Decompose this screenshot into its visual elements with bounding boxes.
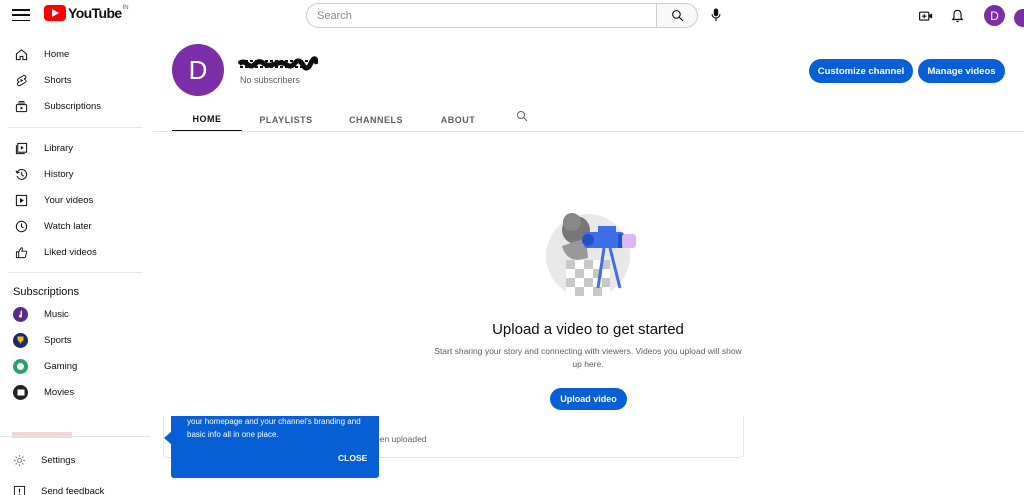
history-icon bbox=[14, 167, 28, 181]
sidebar-divider bbox=[0, 436, 150, 437]
search-icon bbox=[671, 10, 683, 22]
sidebar-item-label: Watch later bbox=[44, 220, 92, 232]
obscured-sidebar-item bbox=[12, 432, 72, 438]
movies-channel-avatar bbox=[13, 384, 28, 400]
upload-illustration bbox=[546, 213, 636, 300]
empty-state-title: Upload a video to get started bbox=[492, 321, 684, 338]
sidebar-item-send-feedback[interactable]: Send feedback bbox=[0, 479, 142, 495]
tab-home[interactable]: HOME bbox=[172, 108, 242, 132]
mic-icon bbox=[711, 8, 721, 22]
sidebar-item-settings[interactable]: Settings bbox=[0, 448, 142, 472]
sidebar-sub-movies[interactable]: Movies bbox=[0, 380, 142, 404]
redacted-channel-name bbox=[238, 56, 318, 71]
sidebar-item-label: Music bbox=[44, 308, 69, 320]
sidebar-item-label: Gaming bbox=[44, 360, 78, 372]
mic-button[interactable] bbox=[705, 4, 727, 26]
sidebar-item-label: History bbox=[44, 168, 74, 180]
channel-search-icon[interactable] bbox=[514, 108, 530, 124]
sidebar-item-shorts[interactable]: Shorts bbox=[0, 68, 142, 92]
sidebar-item-home[interactable]: Home bbox=[0, 42, 142, 66]
tabs-divider bbox=[153, 131, 1024, 132]
avatar-edge bbox=[1014, 9, 1024, 27]
sidebar-item-label: Home bbox=[44, 48, 70, 60]
sidebar-item-label: Liked videos bbox=[44, 246, 97, 258]
sidebar-divider bbox=[8, 127, 142, 128]
sidebar-item-label: Library bbox=[44, 142, 74, 154]
sidebar-item-label: Shorts bbox=[44, 74, 72, 86]
sidebar-item-label: Subscriptions bbox=[44, 100, 102, 112]
subscriptions-heading: Subscriptions bbox=[13, 286, 80, 298]
logo-country-code: IN bbox=[122, 5, 129, 11]
library-icon bbox=[14, 141, 28, 155]
notifications-bell-icon[interactable] bbox=[947, 6, 967, 26]
account-avatar[interactable]: D bbox=[984, 5, 1005, 26]
create-video-icon[interactable] bbox=[916, 6, 936, 26]
youtube-channel-page: YouTube IN Search D Home Shorts Subscrip… bbox=[0, 0, 1024, 495]
sidebar-item-subscriptions[interactable]: Subscriptions bbox=[0, 94, 142, 118]
sidebar-item-watch-later[interactable]: Watch later bbox=[0, 214, 142, 238]
settings-gear-icon bbox=[12, 453, 26, 467]
youtube-logo[interactable]: YouTube IN bbox=[44, 5, 129, 21]
empty-state-description: Start sharing your story and connecting … bbox=[434, 346, 742, 369]
manage-videos-button[interactable]: Manage videos bbox=[918, 59, 1005, 83]
search-button[interactable] bbox=[656, 3, 698, 28]
tab-channels[interactable]: CHANNELS bbox=[343, 108, 409, 132]
tab-about[interactable]: ABOUT bbox=[432, 108, 484, 132]
sidebar-item-your-videos[interactable]: Your videos bbox=[0, 188, 142, 212]
subscriptions-icon bbox=[14, 99, 28, 113]
music-channel-avatar bbox=[13, 306, 28, 322]
customize-channel-button[interactable]: Customize channel bbox=[809, 59, 913, 83]
sidebar-item-label: Settings bbox=[41, 454, 76, 466]
search-input[interactable]: Search bbox=[306, 3, 658, 28]
sidebar-item-label: Send feedback bbox=[41, 485, 105, 495]
youtube-play-icon bbox=[44, 5, 66, 21]
feedback-icon bbox=[12, 484, 26, 495]
menu-icon[interactable] bbox=[12, 6, 30, 24]
channel-avatar[interactable]: D bbox=[172, 44, 224, 96]
sidebar-item-label: Sports bbox=[44, 334, 72, 346]
sports-channel-avatar bbox=[13, 332, 28, 348]
sidebar-item-liked-videos[interactable]: Liked videos bbox=[0, 240, 142, 264]
sidebar-item-library[interactable]: Library bbox=[0, 136, 142, 160]
sidebar-sub-music[interactable]: Music bbox=[0, 302, 142, 326]
home-icon bbox=[14, 47, 28, 61]
subscriber-count: No subscribers bbox=[240, 75, 301, 85]
info-card-text: een uploaded bbox=[375, 434, 427, 444]
your-videos-icon bbox=[14, 193, 28, 207]
logo-text: YouTube bbox=[68, 5, 122, 21]
sidebar-item-label: Movies bbox=[44, 386, 75, 398]
tab-playlists[interactable]: PLAYLISTS bbox=[256, 108, 316, 132]
watch-later-icon bbox=[14, 219, 28, 233]
sidebar-sub-gaming[interactable]: Gaming bbox=[0, 354, 142, 378]
tooltip-close-button[interactable]: CLOSE bbox=[338, 453, 367, 463]
upload-video-button[interactable]: Upload video bbox=[550, 388, 627, 410]
sidebar-sub-sports[interactable]: Sports bbox=[0, 328, 142, 352]
tooltip-text: your homepage and your channel's brandin… bbox=[187, 417, 361, 439]
liked-videos-icon bbox=[14, 245, 28, 259]
shorts-icon bbox=[14, 73, 28, 87]
sidebar-item-label: Your videos bbox=[44, 194, 94, 206]
gaming-channel-avatar bbox=[13, 358, 28, 374]
sidebar-item-history[interactable]: History bbox=[0, 162, 142, 186]
sidebar-divider bbox=[8, 272, 142, 273]
